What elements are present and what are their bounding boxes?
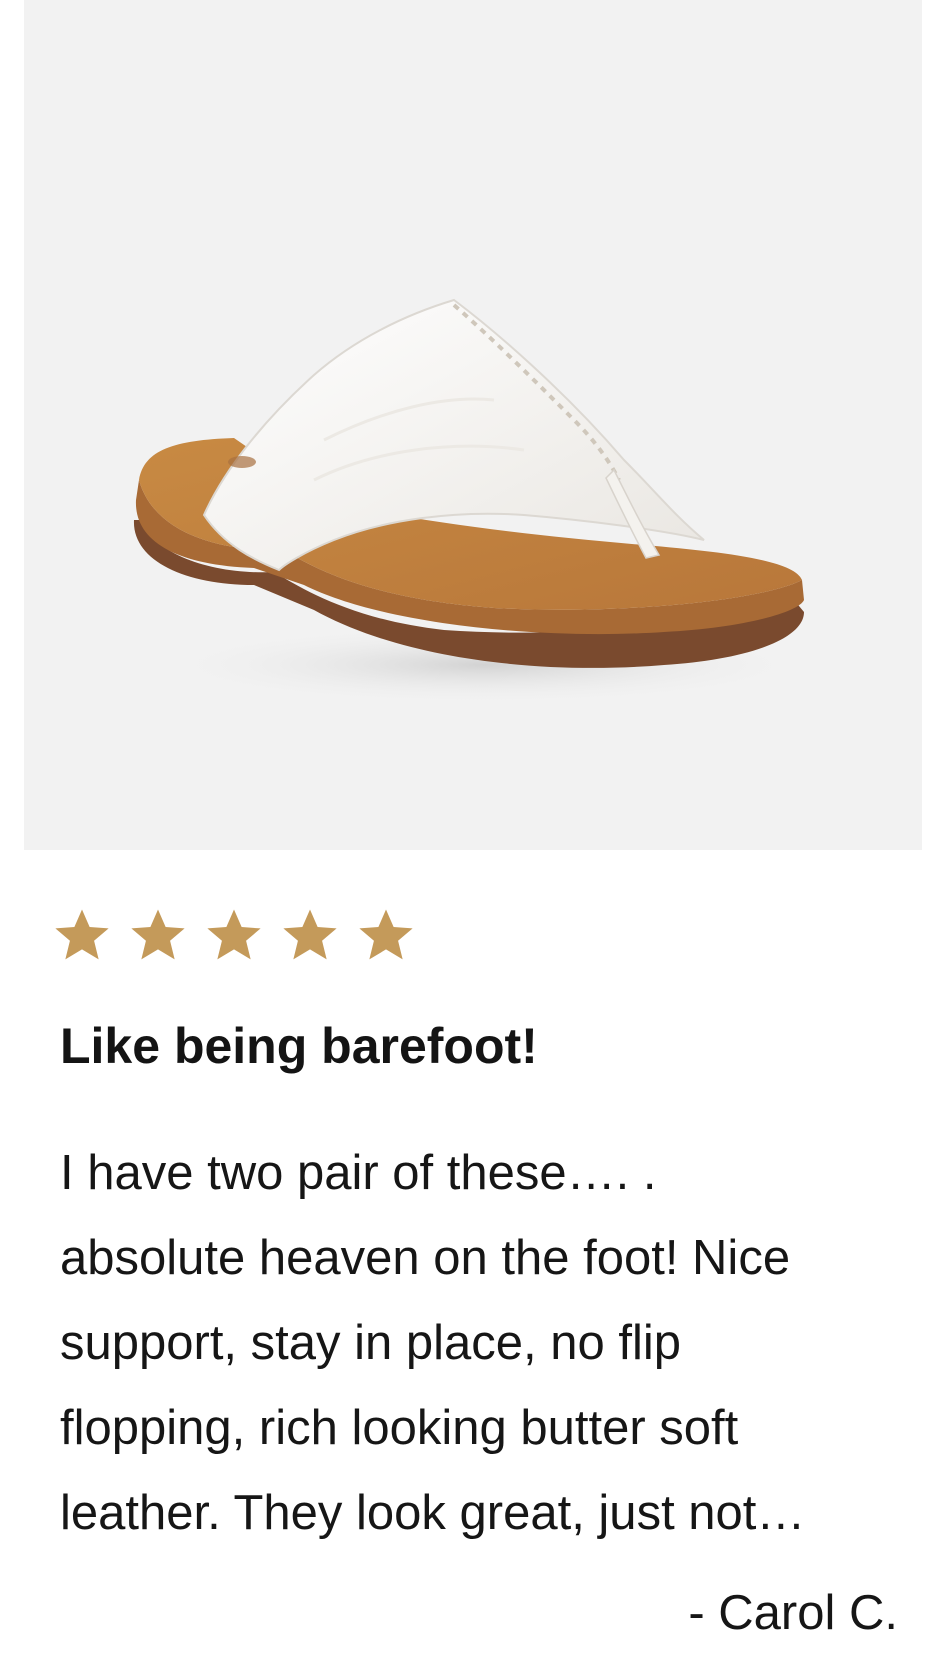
star-icon [283, 909, 337, 960]
review-text: I have two pair of these…. . absolute he… [60, 1146, 806, 1540]
review-title: Like being barefoot! [60, 1018, 538, 1074]
star-icon [359, 909, 413, 960]
star-icon [131, 909, 185, 960]
star-rating [52, 905, 416, 965]
review-author: - Carol C. [688, 1586, 898, 1640]
review-card: Like being barefoot! I have two pair of … [0, 0, 948, 1660]
star-icon [55, 909, 109, 960]
star-icon [207, 909, 261, 960]
product-image[interactable] [24, 0, 922, 850]
sandal-image [133, 298, 814, 705]
